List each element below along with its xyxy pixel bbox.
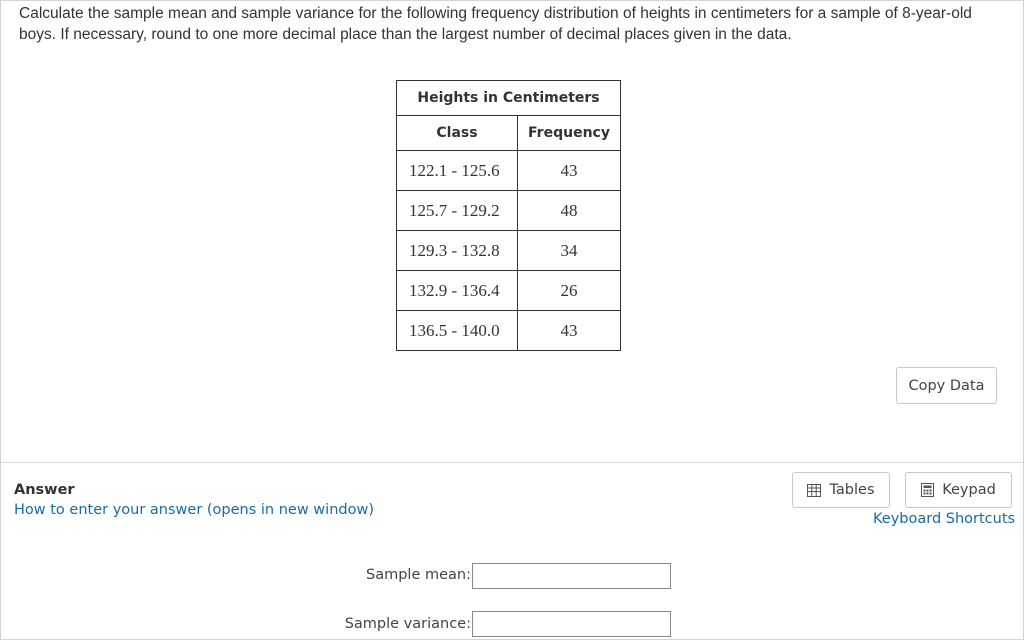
table-title: Heights in Centimeters [396, 80, 621, 116]
table-row: 122.1 - 125.6 43 [396, 150, 621, 191]
keyboard-shortcuts-link[interactable]: Keyboard Shortcuts [873, 511, 1015, 527]
class-cell: 129.3 - 132.8 [396, 230, 518, 271]
class-cell: 136.5 - 140.0 [396, 310, 518, 351]
frequency-cell: 34 [517, 230, 621, 271]
question-panel: Calculate the sample mean and sample var… [0, 0, 1024, 463]
sample-variance-input[interactable] [472, 611, 671, 637]
frequency-cell: 43 [517, 150, 621, 191]
table-row: 132.9 - 136.4 26 [396, 270, 621, 311]
sample-mean-input[interactable] [472, 563, 671, 589]
keypad-label: Keypad [942, 482, 996, 498]
frequency-header: Frequency [517, 115, 621, 151]
class-header: Class [396, 115, 518, 151]
table-grid-icon [807, 483, 822, 497]
calculator-icon [921, 483, 935, 497]
class-cell: 122.1 - 125.6 [396, 150, 518, 191]
sample-variance-label: Sample variance: [344, 616, 471, 632]
sample-mean-label: Sample mean: [366, 567, 471, 583]
table-row: 136.5 - 140.0 43 [396, 310, 621, 351]
answer-heading: Answer [14, 482, 75, 498]
tables-label: Tables [829, 482, 875, 498]
how-to-enter-answer-link[interactable]: How to enter your answer (opens in new w… [14, 502, 374, 518]
class-cell: 132.9 - 136.4 [396, 270, 518, 311]
keypad-button[interactable]: Keypad [905, 472, 1012, 508]
frequency-cell: 43 [517, 310, 621, 351]
frequency-cell: 26 [517, 270, 621, 311]
frequency-cell: 48 [517, 190, 621, 231]
frequency-table: Heights in Centimeters Class Frequency 1… [396, 80, 621, 351]
tables-button[interactable]: Tables [792, 472, 890, 508]
table-row: 129.3 - 132.8 34 [396, 230, 621, 271]
question-text: Calculate the sample mean and sample var… [19, 5, 972, 43]
class-cell: 125.7 - 129.2 [396, 190, 518, 231]
copy-data-button[interactable]: Copy Data [896, 367, 997, 404]
table-row: 125.7 - 129.2 48 [396, 190, 621, 231]
